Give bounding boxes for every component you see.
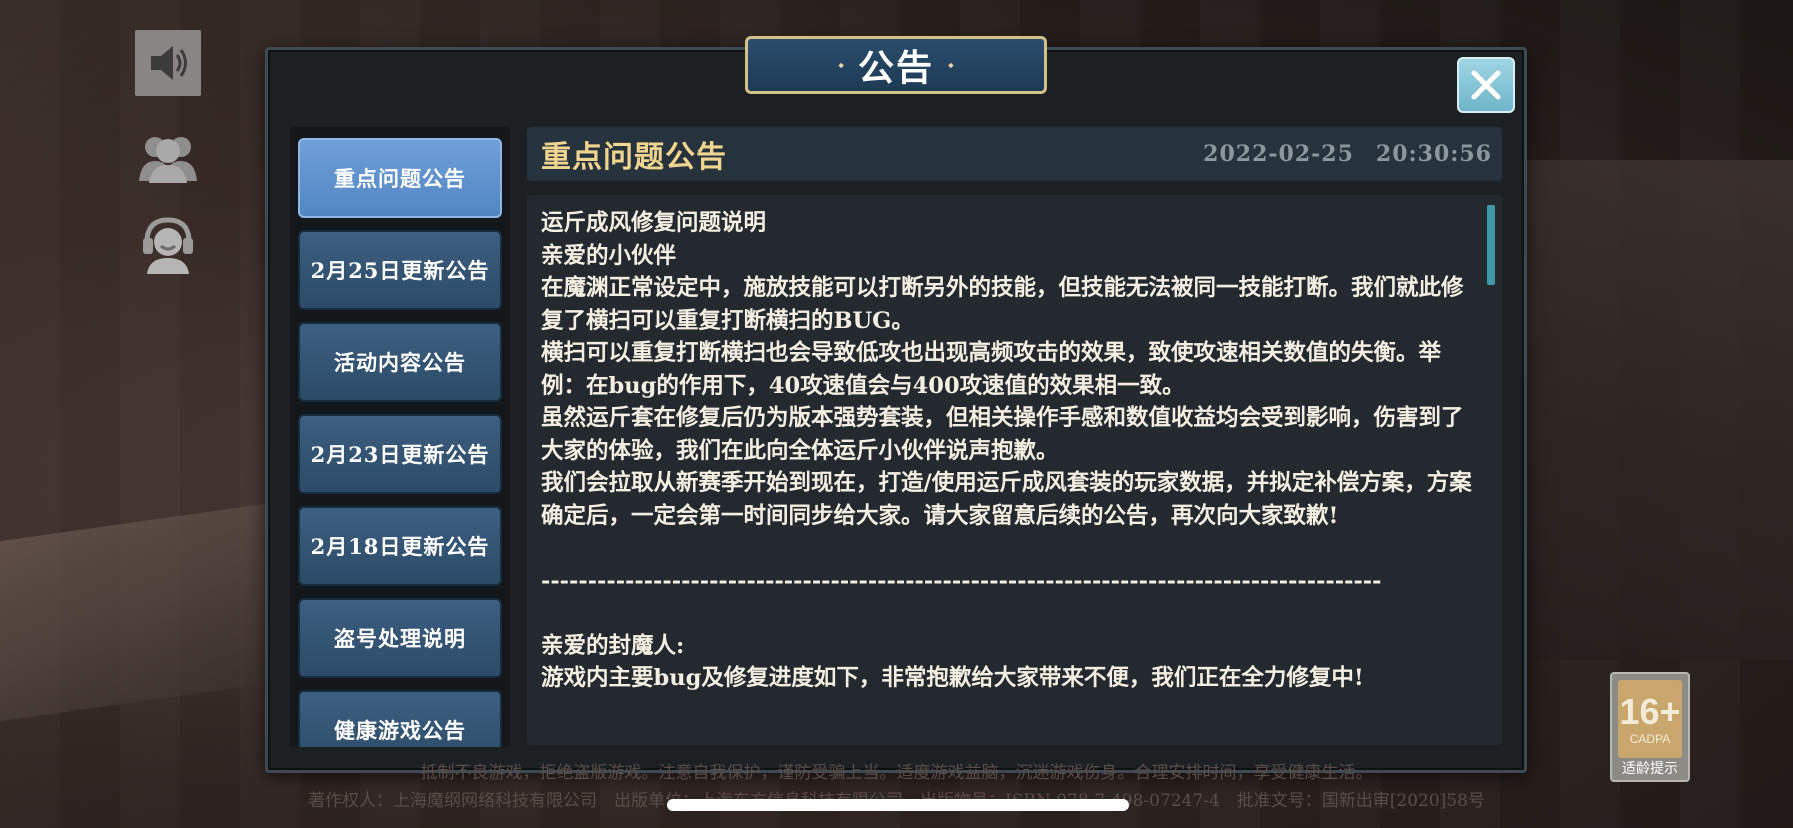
tab-event-content[interactable]: 活动内容公告 — [298, 322, 502, 402]
tab-feb25-update[interactable]: 2月25日更新公告 — [298, 230, 502, 310]
content-title: 重点问题公告 — [541, 140, 727, 175]
customer-service-button[interactable] — [135, 210, 201, 276]
dialog-title-plate: ⬩ 公告 ⬩ — [745, 36, 1047, 94]
dialog-title: 公告 — [857, 47, 934, 89]
tab-label: 2月18日更新公告 — [310, 534, 490, 559]
announcement-tab-list[interactable]: 重点问题公告 2月25日更新公告 活动内容公告 2月23日更新公告 2月18日更… — [290, 127, 510, 747]
age-rating-number: 16+ — [1619, 691, 1681, 732]
title-deco-left: ⬩ — [838, 55, 844, 74]
health-notice: 抵制不良游戏，拒绝盗版游戏。注意自我保护，谨防受骗上当。适度游戏益脑，沉迷游戏伤… — [420, 763, 1373, 783]
home-indicator[interactable] — [667, 799, 1129, 811]
tab-healthy-gaming[interactable]: 健康游戏公告 — [298, 690, 502, 747]
age-rating-org: CADPA — [1629, 732, 1671, 746]
tab-label: 2月25日更新公告 — [310, 258, 490, 283]
close-icon — [1471, 70, 1501, 100]
content-date: 2022-02-25 — [1203, 141, 1354, 167]
age-rating-label: 适龄提示 — [1622, 761, 1678, 777]
tab-label: 健康游戏公告 — [334, 718, 466, 743]
friends-icon — [139, 137, 197, 183]
tab-key-issues[interactable]: 重点问题公告 — [298, 138, 502, 218]
title-deco-right: ⬩ — [948, 55, 954, 74]
age-rating-badge[interactable]: 16+ CADPA 适龄提示 — [1610, 672, 1690, 782]
sound-button[interactable] — [135, 30, 201, 96]
tab-label: 活动内容公告 — [334, 350, 466, 375]
tab-label: 盗号处理说明 — [334, 626, 466, 651]
content-header: 重点问题公告 2022-02-25 20:30:56 — [527, 127, 1502, 181]
customer-service-icon — [143, 217, 193, 274]
tab-label: 重点问题公告 — [334, 166, 466, 191]
content-time: 20:30:56 — [1375, 141, 1492, 167]
friends-button[interactable] — [135, 124, 201, 190]
content-timestamp: 2022-02-25 20:30:56 — [1203, 141, 1492, 167]
tab-feb18-update[interactable]: 2月18日更新公告 — [298, 506, 502, 586]
speaker-icon — [151, 46, 187, 80]
background-wall — [1520, 160, 1793, 660]
close-button[interactable] — [1457, 57, 1515, 113]
age-rating-emblem: 16+ CADPA — [1618, 680, 1682, 758]
announcement-body: 运斤成风修复问题说明 亲爱的小伙伴 在魔渊正常设定中，施放技能可以打断另外的技能… — [541, 210, 1472, 691]
tab-feb23-update[interactable]: 2月23日更新公告 — [298, 414, 502, 494]
content-scroll-area[interactable]: 运斤成风修复问题说明 亲爱的小伙伴 在魔渊正常设定中，施放技能可以打断另外的技能… — [527, 195, 1502, 745]
tab-account-theft[interactable]: 盗号处理说明 — [298, 598, 502, 678]
tab-label: 2月23日更新公告 — [310, 442, 490, 467]
scrollbar-thumb[interactable] — [1487, 205, 1495, 285]
